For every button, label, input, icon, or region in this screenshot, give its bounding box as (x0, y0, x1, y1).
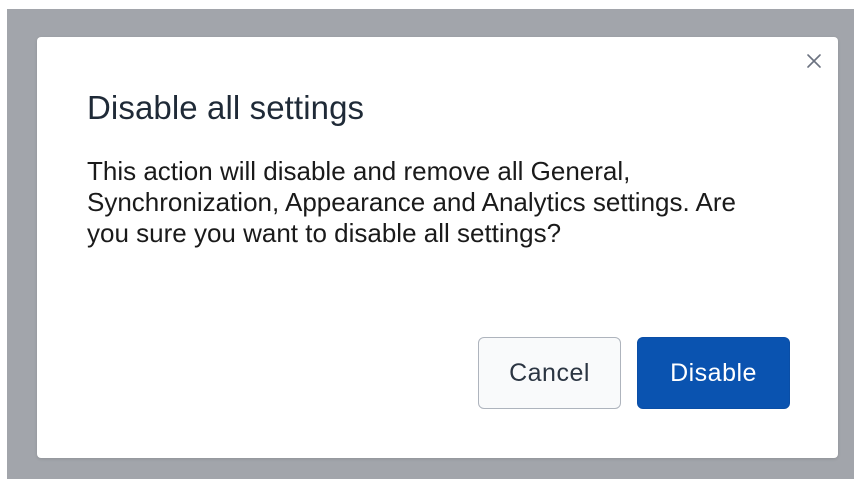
dialog-title: Disable all settings (87, 89, 365, 126)
cancel-button[interactable]: Cancel (478, 337, 621, 409)
dialog-message: This action will disable and remove all … (87, 156, 736, 248)
close-button[interactable] (804, 51, 824, 71)
confirm-dialog: Disable all settings This action will di… (37, 37, 838, 458)
disable-button[interactable]: Disable (637, 337, 790, 409)
close-icon (807, 54, 821, 68)
